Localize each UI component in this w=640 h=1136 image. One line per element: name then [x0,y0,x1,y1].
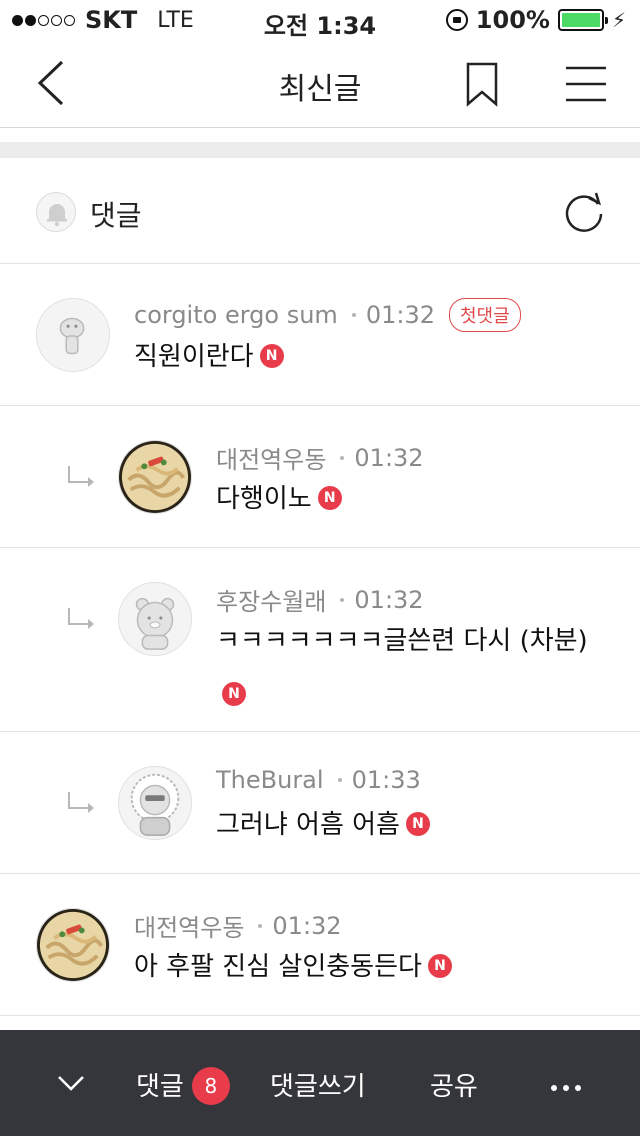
comment-meta: 대전역우동 01:32 [134,908,342,943]
new-badge: N [317,485,342,510]
avatar[interactable] [118,440,192,514]
comment-body: 아 후팔 진심 살인충동든다 [134,952,422,982]
separator-dot [351,313,356,317]
lion-avatar-icon [119,767,191,839]
reply-arrow-icon [68,466,94,487]
page-title: 최신글 [278,72,362,107]
bottom-toolbar: 댓글 8 댓글쓰기 공유 [0,1030,640,1136]
collapse-button[interactable] [56,1068,86,1098]
comment-text: ㅋㅋㅋㅋㅋㅋㅋ글쓴련 다시 (차분) N [216,614,606,722]
new-badge: N [222,681,246,706]
comment-meta: TheBural 01:33 [216,766,421,794]
comment-text: 아 후팔 진심 살인충동든다 N [134,940,452,994]
comment-item: TheBural 01:33 그러냐 어흠 어흠 N [0,732,640,874]
comment-text: 다행이노 N [216,472,342,526]
new-badge: N [259,343,284,368]
chevron-down-icon [58,1076,84,1091]
comment-body: 다행이노 [216,484,312,514]
comment-meta: corgito ergo sum 01:32 첫댓글 [134,298,521,332]
comments-tab-button[interactable]: 댓글 8 [136,1066,230,1107]
more-button[interactable] [548,1078,584,1091]
comment-text: 그러냐 어흠 어흠 N [216,798,430,852]
comments-header-label: 댓글 [90,199,142,232]
comments-tab-label: 댓글 [136,1072,184,1102]
comments-header: 댓글 [0,158,640,264]
battery-percent: 100% [475,6,550,34]
separator-dot [340,597,345,602]
comment-item: 대전역우동 01:32 아 후팔 진심 살인충동든다 N [0,874,640,1016]
comment-author[interactable]: 대전역우동 [134,908,244,943]
comment-body: 그러냐 어흠 어흠 [216,810,400,840]
bell-icon [47,204,67,227]
notification-toggle[interactable] [36,192,76,232]
comment-count-badge: 8 [191,1066,230,1105]
comment-author[interactable]: 대전역우동 [216,440,326,475]
comment-body: 직원이란다 [134,342,254,372]
user-avatar-icon [37,299,109,371]
nav-bar: 최신글 [0,40,640,128]
avatar[interactable] [118,582,192,656]
separator-dot [340,455,345,460]
orientation-lock-icon [445,9,468,31]
comment-time: 01:32 [272,911,342,940]
refresh-button[interactable] [562,190,606,234]
battery-icon [557,9,608,31]
comment-author[interactable]: TheBural [216,766,324,794]
avatar[interactable] [118,766,192,840]
comment-item: corgito ergo sum 01:32 첫댓글 직원이란다 N [0,264,640,406]
comment-item: 후장수월래 01:32 ㅋㅋㅋㅋㅋㅋㅋ글쓴련 다시 (차분) N [0,548,640,732]
comment-time: 01:32 [365,301,435,329]
new-badge: N [427,953,452,978]
bookmark-button[interactable] [462,60,502,108]
udon-avatar-icon [119,441,191,513]
more-icon [551,1085,581,1091]
comment-time: 01:32 [354,585,424,614]
status-right: 100% ⚡ [445,6,626,34]
reply-arrow-icon [68,608,94,629]
udon-avatar-icon [37,909,109,981]
separator-dot [258,923,263,928]
menu-icon [566,66,606,102]
first-comment-badge: 첫댓글 [448,298,521,332]
comment-time: 01:33 [351,766,421,794]
new-badge: N [405,811,430,836]
comment-author[interactable]: corgito ergo sum [134,301,338,329]
avatar[interactable] [36,908,110,982]
comment-body: ㅋㅋㅋㅋㅋㅋㅋ글쓴련 다시 (차분) [216,626,588,656]
share-button[interactable]: 공유 [430,1066,478,1103]
reply-arrow-icon [68,792,94,813]
charging-icon: ⚡ [611,8,626,32]
bookmark-icon [466,62,498,107]
comment-item: 대전역우동 01:32 다행이노 N [0,406,640,548]
comment-meta: 대전역우동 01:32 [216,440,424,475]
avatar[interactable] [36,298,110,372]
comment-meta: 후장수월래 01:32 [216,582,424,617]
status-bar: SKT LTE 오전 1:34 100% ⚡ [0,0,640,40]
separator-dot [337,778,342,782]
bear-avatar-icon [119,583,191,655]
comment-text: 직원이란다 N [134,330,284,384]
write-comment-button[interactable]: 댓글쓰기 [270,1066,366,1103]
section-divider [0,142,640,158]
refresh-icon [565,192,603,232]
comment-time: 01:32 [354,443,424,472]
menu-button[interactable] [562,64,610,104]
comment-author[interactable]: 후장수월래 [216,582,326,617]
